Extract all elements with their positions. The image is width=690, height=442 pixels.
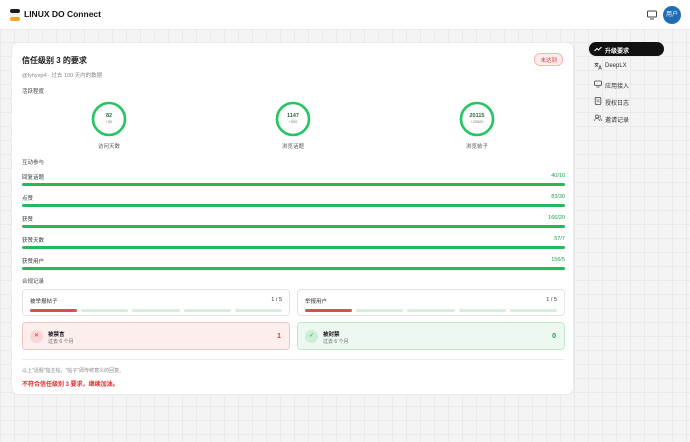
interaction-section-label: 互动参与 [22,160,45,166]
box-count: 1 / 5 [271,297,282,303]
bar-label: 点赞 [22,196,34,202]
apps-icon [594,80,602,88]
metric-visit-days: 82 / 50 访问天数 [69,101,149,161]
progress-fill [22,246,565,249]
progress-fill [22,267,565,270]
metric-target: / 20000 [470,120,484,124]
progress-ring-icon [91,101,127,137]
flagged-users-box: 举报用户 1 / 5 [297,289,565,316]
translate-icon [594,62,602,70]
sidebar-item-invites[interactable]: 邀请记录 [589,111,664,125]
close-icon: ✕ [30,330,43,343]
silenced-box: ✕ 被禁言 过去 6 个月 1 [22,322,290,350]
bar-value: 156/5 [551,257,565,263]
box-subtitle: 过去 6 个月 [48,339,74,345]
bar-liked-days: 获赞天数 57/7 [22,236,565,252]
bar-value: 83/30 [551,194,565,200]
segment [407,309,455,312]
segment [458,309,506,312]
bar-label: 回复话题 [22,175,45,181]
metric-label: 访问天数 [97,144,120,150]
metric-topics-viewed: 1147 / 500 浏览话题 [253,101,333,161]
check-icon: ✓ [305,330,318,343]
segment [356,309,404,312]
progress-track [22,204,565,207]
brand-name[interactable]: LINUX DO Connect [24,9,101,19]
progress-ring-icon [275,101,311,137]
sidebar-item-label: 升级要求 [605,48,630,55]
box-title: 被封禁 [323,332,340,338]
divider [22,359,565,360]
box-title: 举报用户 [305,299,328,305]
sidebar-item-label: DeepLX [605,62,627,69]
flagged-posts-box: 被举报帖子 1 / 5 [22,289,290,316]
box-title: 被举报帖子 [30,299,58,305]
verdict-text: 不符合信任级别 3 要求，继续加油。 [22,382,119,388]
metric-posts-read: 20115 / 20000 浏览帖子 [437,101,517,161]
segment [132,309,180,312]
progress-track [22,183,565,186]
progress-fill [22,225,565,228]
sidebar-item-upgrade[interactable]: 升级要求 [589,42,664,56]
bar-replies: 回复话题 40/10 [22,173,565,189]
bar-label: 获赞 [22,217,34,223]
bar-likes-given: 点赞 83/30 [22,194,565,210]
sidebar-item-label: 授权日志 [605,100,630,107]
metric-value: 20115 [469,113,485,119]
display-mode-icon[interactable] [646,9,658,21]
user-avatar[interactable]: 用户 [663,6,681,24]
box-subtitle: 过去 6 个月 [323,339,349,345]
progress-track [22,267,565,270]
users-icon [594,114,602,122]
bar-value: 57/7 [554,236,565,242]
compliance-section-label: 合规记录 [22,279,45,285]
segment [183,309,231,312]
progress-track [22,246,565,249]
bar-value: 40/10 [551,173,565,179]
metric-value: 82 [105,113,113,119]
footnote: 以上"话题"指主帖，"帖子"即传统意义的回复。 [22,368,125,374]
metric-target: / 500 [288,120,298,124]
bar-likes-received: 获赞 166/20 [22,215,565,231]
progress-track [22,225,565,228]
segment [305,309,353,312]
box-title: 被禁言 [48,332,65,338]
box-count: 1 / 5 [546,297,557,303]
metric-value: 1147 [287,113,299,119]
progress-fill [22,183,565,186]
bar-liked-users: 获赞用户 156/5 [22,257,565,273]
activity-section-label: 活跃程度 [22,89,45,95]
bar-label: 获赞天数 [22,238,45,244]
segment [509,309,558,312]
segment-bar [30,309,283,312]
sidebar-item-label: 邀请记录 [605,117,630,124]
sidebar-item-label: 应用接入 [605,83,630,90]
box-count: 0 [552,333,556,340]
trending-up-icon [594,46,602,52]
status-badge: 未达到 [534,53,563,66]
segment [234,309,283,312]
sidebar-item-apps[interactable]: 应用接入 [589,77,664,91]
card-title: 信任级别 3 的要求 [22,56,87,65]
segment [81,309,129,312]
metric-label: 浏览话题 [281,144,304,150]
sidebar-item-deeplx[interactable]: DeepLX [589,59,664,73]
bar-label: 获赞用户 [22,259,45,265]
linux-do-logo-icon[interactable] [10,9,20,21]
progress-fill [22,204,565,207]
progress-ring-icon [459,101,495,137]
segment [30,309,78,312]
card-subtitle: @fyhyxp4 - 过去 100 天内的数据 [22,73,103,79]
segment-bar [305,309,558,312]
bar-value: 166/20 [548,215,565,221]
top-bar: LINUX DO Connect 用户 [0,0,690,30]
metric-target: / 50 [105,120,113,124]
trust-level-card: 信任级别 3 的要求 未达到 @fyhyxp4 - 过去 100 天内的数据 活… [11,42,574,395]
log-icon [594,97,602,105]
suspended-box: ✓ 被封禁 过去 6 个月 0 [297,322,565,350]
sidebar-item-auth-log[interactable]: 授权日志 [589,94,664,108]
box-count: 1 [277,333,281,340]
metric-label: 浏览帖子 [465,144,488,150]
